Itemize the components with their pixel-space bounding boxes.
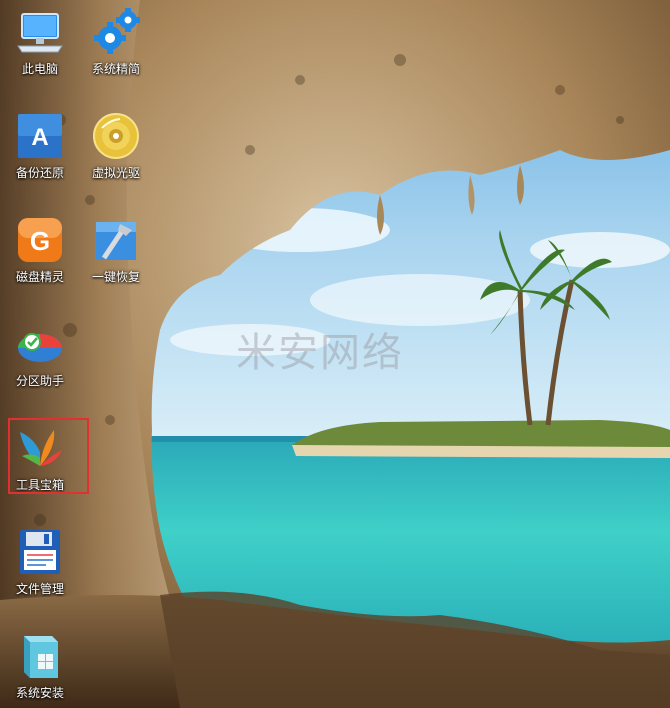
svg-text:A: A bbox=[31, 124, 48, 151]
desktop-icon-label: 文件管理 bbox=[15, 582, 64, 596]
desktop-icon-disk-genius[interactable]: G 磁盘精灵 bbox=[4, 212, 76, 300]
disk-genius-icon: G bbox=[18, 218, 62, 262]
desktop-icon-virtual-cd[interactable]: 虚拟光驱 bbox=[80, 108, 152, 196]
desktop-icon-file-manager[interactable]: 文件管理 bbox=[4, 524, 76, 612]
desktop-icon-backup-restore[interactable]: A 备份还原 bbox=[4, 108, 76, 196]
desktop-icon-label: 分区助手 bbox=[15, 374, 64, 388]
virtual-cd-icon bbox=[93, 113, 139, 159]
desktop-icon-label: 一键恢复 bbox=[91, 270, 140, 284]
computer-icon bbox=[17, 13, 63, 53]
desktop-icon-label: 备份还原 bbox=[15, 166, 64, 180]
desktop-icon-label: 系统精简 bbox=[91, 62, 140, 76]
desktop-icon-partition-assistant[interactable]: 分区助手 bbox=[4, 316, 76, 404]
desktop-icon-label: 虚拟光驱 bbox=[91, 166, 140, 180]
backup-restore-icon: A bbox=[18, 114, 62, 158]
desktop-icon-system-slim[interactable]: 系统精简 bbox=[80, 4, 152, 92]
system-install-icon bbox=[24, 636, 58, 678]
file-manager-icon bbox=[20, 530, 60, 574]
desktop-icon-label: 系统安装 bbox=[15, 686, 64, 700]
desktop-icon-system-install[interactable]: 系统安装 bbox=[4, 628, 76, 708]
selection-highlight-box bbox=[8, 418, 89, 494]
desktop[interactable]: 米安网络 此电脑 系统精简 A 备份还原 虚拟光驱 G 磁盘精灵 一键恢复 分区… bbox=[0, 0, 670, 708]
desktop-icon-one-key-restore[interactable]: 一键恢复 bbox=[80, 212, 152, 300]
desktop-icon-label: 磁盘精灵 bbox=[15, 270, 64, 284]
desktop-icon-label: 此电脑 bbox=[21, 62, 58, 76]
one-key-restore-icon bbox=[96, 222, 136, 260]
watermark-text: 米安网络 bbox=[236, 330, 404, 376]
desktop-icon-this-pc[interactable]: 此电脑 bbox=[4, 4, 76, 92]
svg-text:G: G bbox=[30, 226, 50, 256]
partition-assistant-icon bbox=[18, 333, 62, 362]
gears-icon bbox=[94, 8, 140, 54]
